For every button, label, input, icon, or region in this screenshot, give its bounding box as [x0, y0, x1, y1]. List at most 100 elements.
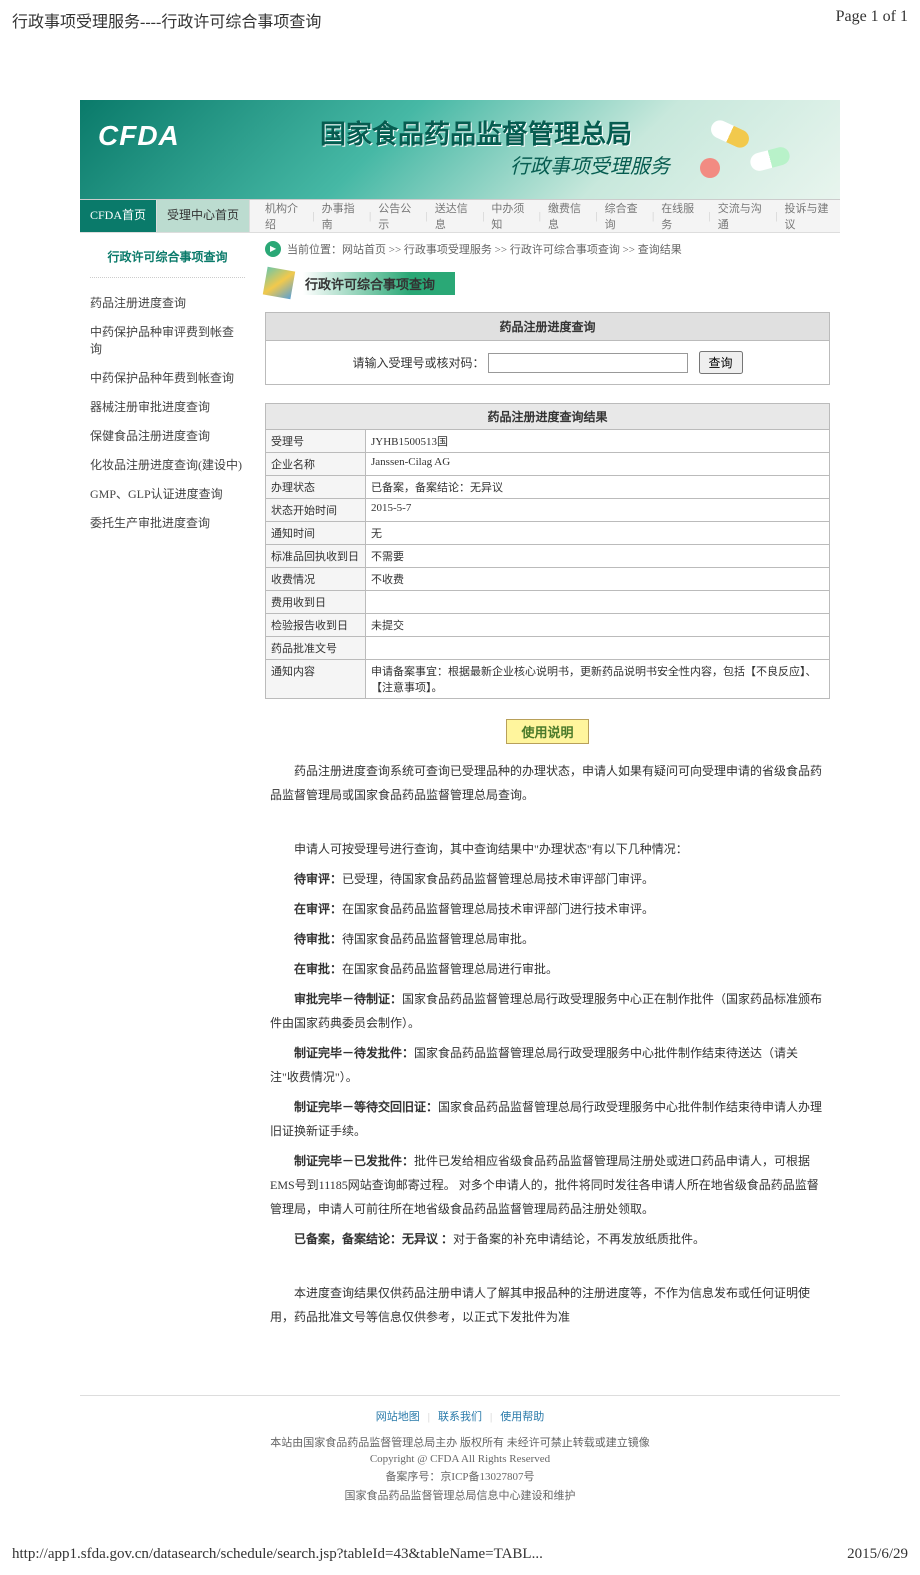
status-desc: 在国家食品药品监督管理总局技术审评部门进行技术审评。 [342, 902, 654, 916]
chevron-right-icon: >> [386, 244, 404, 256]
status-line: 待审评：已受理，待国家食品药品监督管理总局技术审评部门审评。 [270, 867, 825, 891]
usage-note: 本进度查询结果仅供药品注册申请人了解其申报品种的注册进度等，不作为信息发布或任何… [270, 1281, 825, 1329]
row-label: 状态开始时间 [266, 499, 366, 522]
status-line: 审批完毕－待制证：国家食品药品监督管理总局行政受理服务中心正在制作批件（国家药品… [270, 987, 825, 1035]
row-value: 已备案，备案结论：无异议 [366, 476, 830, 499]
sidebar-item[interactable]: 中药保护品种年费到帐查询 [90, 363, 245, 392]
status-name: 待审评： [294, 872, 342, 886]
chevron-right-icon: >> [492, 244, 510, 256]
pills-decoration [690, 120, 810, 180]
nav-menu-item[interactable]: 在线服务 [656, 200, 706, 232]
row-value [366, 591, 830, 614]
nav-menu-item[interactable]: 缴费信息 [543, 200, 593, 232]
usage-text: 药品注册进度查询系统可查询已受理品种的办理状态，申请人如果有疑问可向受理申请的省… [265, 759, 830, 1329]
sidebar-item[interactable]: 药品注册进度查询 [90, 288, 245, 317]
status-line: 制证完毕－等待交回旧证：国家食品药品监督管理总局行政受理服务中心批件制作结束待申… [270, 1095, 825, 1143]
nav-menu-item[interactable]: 送达信息 [430, 200, 480, 232]
row-label: 通知内容 [266, 660, 366, 699]
footer-url: http://app1.sfda.gov.cn/datasearch/sched… [12, 1546, 543, 1563]
usage-lead: 申请人可按受理号进行查询，其中查询结果中"办理状态"有以下几种情况： [270, 837, 825, 861]
status-desc: 在国家食品药品监督管理总局进行审批。 [342, 962, 558, 976]
table-row: 受理号JYHB1500513国 [266, 430, 830, 453]
sidebar-item[interactable]: 保健食品注册进度查询 [90, 421, 245, 450]
status-line: 已备案，备案结论：无异议 ：对于备案的补充申请结论，不再发放纸质批件。 [270, 1227, 825, 1251]
footer-text: Copyright @ CFDA All Rights Reserved [80, 1453, 840, 1465]
chevron-right-icon: >> [620, 244, 638, 256]
row-label: 受理号 [266, 430, 366, 453]
table-row: 检验报告收到日未提交 [266, 614, 830, 637]
sidebar-item[interactable]: 器械注册审批进度查询 [90, 392, 245, 421]
status-name: 待审批： [294, 932, 342, 946]
cube-icon [263, 267, 295, 299]
footer-links: 网站地图|联系我们|使用帮助 [80, 1408, 840, 1424]
status-name: 在审评： [294, 902, 342, 916]
nav-menu-item[interactable]: 公告公示 [373, 200, 423, 232]
search-box: 药品注册进度查询 请输入受理号或核对码： 查询 [265, 312, 830, 385]
banner-subtitle: 行政事项受理服务 [510, 150, 670, 179]
banner-title: 国家食品药品监督管理总局 [320, 114, 632, 151]
footer-link[interactable]: 网站地图 [368, 1411, 428, 1423]
table-row: 企业名称Janssen-Cilag AG [266, 453, 830, 476]
usage-title-wrap: 使用说明 [265, 719, 830, 744]
row-label: 收费情况 [266, 568, 366, 591]
search-input[interactable] [488, 353, 688, 373]
search-box-header: 药品注册进度查询 [266, 313, 829, 341]
nav-menu: 机构介绍|办事指南|公告公示|送达信息|中办须知|缴费信息|综合查询|在线服务|… [250, 200, 840, 232]
sidebar-title: 行政许可综合事项查询 [90, 248, 245, 278]
top-nav: CFDA首页 受理中心首页 机构介绍|办事指南|公告公示|送达信息|中办须知|缴… [80, 200, 840, 233]
breadcrumb-item[interactable]: 行政事项受理服务 [404, 244, 492, 256]
nav-menu-item[interactable]: 综合查询 [600, 200, 650, 232]
nav-menu-item[interactable]: 办事指南 [317, 200, 367, 232]
nav-tab-cfda-home[interactable]: CFDA首页 [80, 200, 157, 232]
row-value: 2015-5-7 [366, 499, 830, 522]
status-line: 在审批：在国家食品药品监督管理总局进行审批。 [270, 957, 825, 981]
row-label: 费用收到日 [266, 591, 366, 614]
section-title: 行政许可综合事项查询 [303, 272, 455, 295]
table-row: 收费情况不收费 [266, 568, 830, 591]
table-row: 标准品回执收到日不需要 [266, 545, 830, 568]
footer-link[interactable]: 联系我们 [430, 1411, 490, 1423]
footer: 网站地图|联系我们|使用帮助 本站由国家食品药品监督管理总局主办 版权所有 未经… [80, 1395, 840, 1503]
nav-menu-item[interactable]: 机构介绍 [260, 200, 310, 232]
breadcrumb-item[interactable]: 网站首页 [342, 244, 386, 256]
status-line: 制证完毕－待发批件：国家食品药品监督管理总局行政受理服务中心批件制作结束待送达（… [270, 1041, 825, 1089]
sidebar-item[interactable]: GMP、GLP认证进度查询 [90, 479, 245, 508]
table-row: 通知时间无 [266, 522, 830, 545]
status-desc: 待国家食品药品监督管理总局审批。 [342, 932, 534, 946]
row-label: 企业名称 [266, 453, 366, 476]
sidebar-item[interactable]: 中药保护品种审评费到帐查询 [90, 317, 245, 363]
row-label: 办理状态 [266, 476, 366, 499]
cfda-logo: CFDA [98, 120, 180, 152]
table-row: 通知内容申请备案事宜：根据最新企业核心说明书，更新药品说明书安全性内容，包括【不… [266, 660, 830, 699]
nav-tab-center-home[interactable]: 受理中心首页 [157, 200, 250, 232]
row-value: 不需要 [366, 545, 830, 568]
row-label: 通知时间 [266, 522, 366, 545]
breadcrumb-item: 查询结果 [638, 244, 682, 256]
usage-intro: 药品注册进度查询系统可查询已受理品种的办理状态，申请人如果有疑问可向受理申请的省… [270, 759, 825, 807]
footer-date: 2015/6/29 [847, 1546, 908, 1563]
search-button[interactable]: 查询 [699, 351, 743, 374]
sidebar: 行政许可综合事项查询 药品注册进度查询中药保护品种审评费到帐查询中药保护品种年费… [80, 233, 255, 1355]
status-name: 审批完毕－待制证： [294, 992, 402, 1006]
print-header: 行政事项受理服务----行政许可综合事项查询 Page 1 of 1 [0, 0, 920, 40]
status-desc: 对于备案的补充申请结论，不再发放纸质批件。 [453, 1232, 705, 1246]
footer-link[interactable]: 使用帮助 [492, 1411, 552, 1423]
sidebar-item[interactable]: 化妆品注册进度查询(建设中) [90, 450, 245, 479]
breadcrumb-prefix: 当前位置： [287, 241, 342, 257]
breadcrumb-item[interactable]: 行政许可综合事项查询 [510, 244, 620, 256]
status-desc: 已受理，待国家食品药品监督管理总局技术审评部门审评。 [342, 872, 654, 886]
arrow-right-icon [265, 241, 281, 257]
sidebar-item[interactable]: 委托生产审批进度查询 [90, 508, 245, 537]
row-value: JYHB1500513国 [366, 430, 830, 453]
nav-menu-item[interactable]: 中办须知 [486, 200, 536, 232]
nav-menu-item[interactable]: 投诉与建议 [779, 200, 840, 232]
status-name: 已备案，备案结论：无异议 ： [294, 1232, 453, 1246]
row-value [366, 637, 830, 660]
table-row: 费用收到日 [266, 591, 830, 614]
table-row: 药品批准文号 [266, 637, 830, 660]
nav-menu-item[interactable]: 交流与沟通 [713, 200, 774, 232]
header-title: 行政事项受理服务----行政许可综合事项查询 [12, 8, 321, 32]
banner: CFDA 国家食品药品监督管理总局 行政事项受理服务 [80, 100, 840, 200]
section-header: 行政许可综合事项查询 [265, 269, 830, 297]
footer-text: 备案序号：京ICP备13027807号 [80, 1468, 840, 1484]
